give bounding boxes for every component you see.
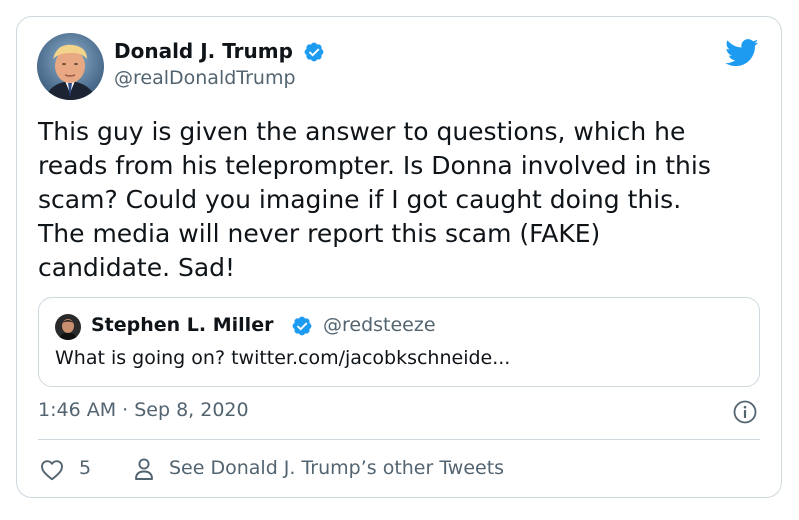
see-other-tweets-link[interactable]: See Donald J. Trump’s other Tweets [169, 457, 504, 479]
quoted-tweet[interactable]: Stephen L. Miller @redsteeze What is goi… [38, 297, 760, 387]
tweet-text: This guy is given the answer to question… [38, 117, 711, 282]
author-avatar[interactable] [37, 33, 104, 100]
author-name[interactable]: Donald J. Trump [114, 39, 293, 63]
quoted-tweet-text: What is going on? twitter.com/jacobkschn… [55, 347, 511, 369]
person-icon[interactable] [134, 457, 154, 481]
tweet-card[interactable]: Donald J. Trump @realDonaldTrump This gu… [16, 16, 782, 498]
quoted-author-avatar[interactable] [55, 314, 81, 340]
tweet-timestamp[interactable]: 1:46 AM · Sep 8, 2020 [38, 399, 249, 421]
heart-icon[interactable] [40, 459, 64, 481]
quoted-author-handle[interactable]: @redsteeze [323, 314, 436, 336]
like-count[interactable]: 5 [79, 457, 91, 479]
verified-badge-icon [292, 316, 312, 336]
verified-badge-icon [304, 42, 324, 62]
twitter-bird-icon[interactable] [725, 39, 759, 67]
divider [38, 439, 760, 440]
quoted-author-name[interactable]: Stephen L. Miller [91, 314, 273, 336]
info-icon[interactable] [733, 400, 757, 424]
author-handle[interactable]: @realDonaldTrump [114, 67, 296, 89]
